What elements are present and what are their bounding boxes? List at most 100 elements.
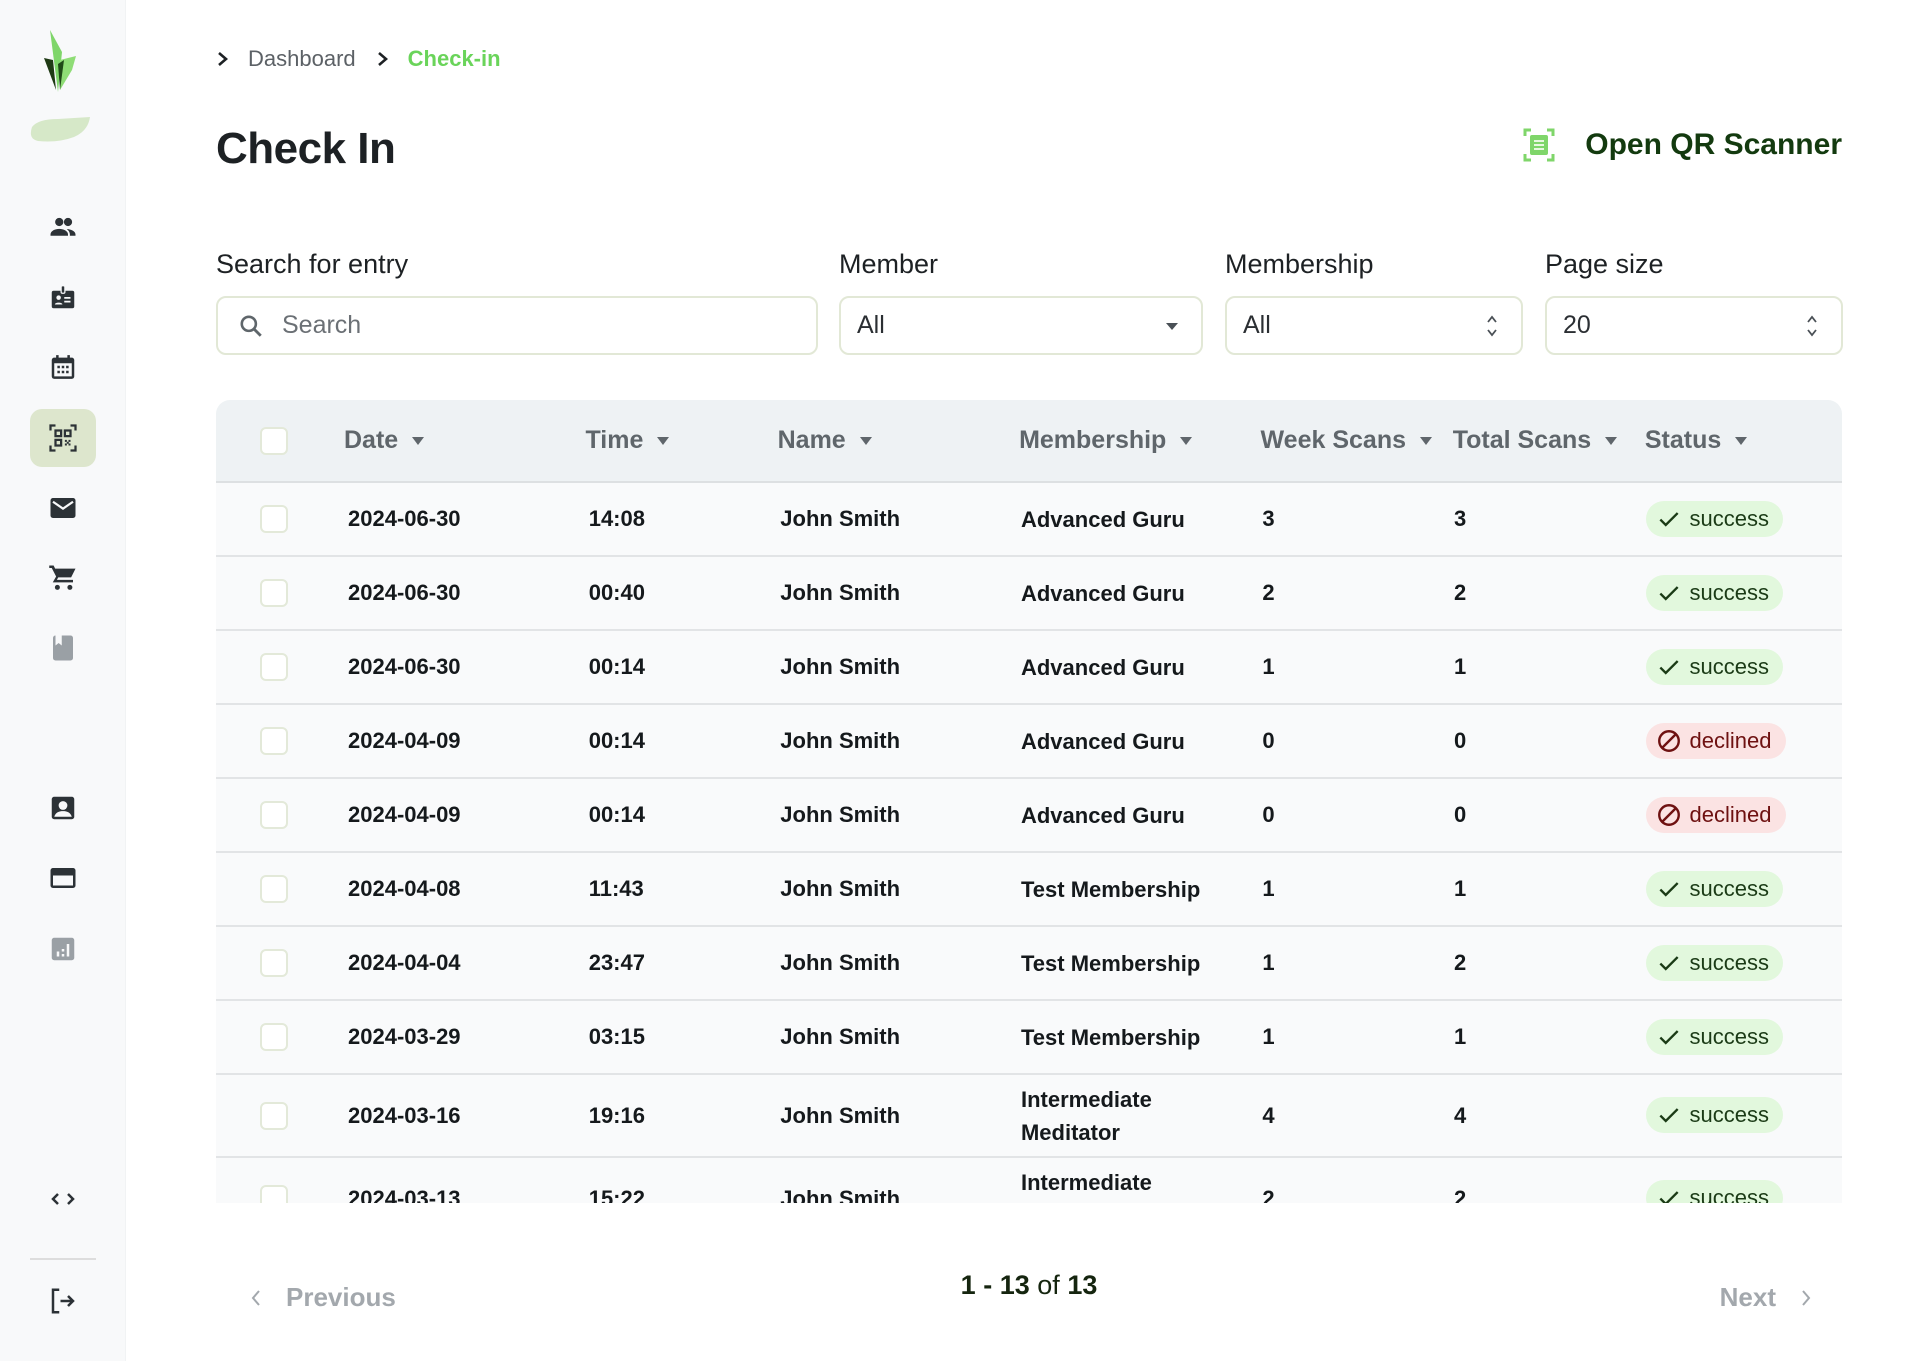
cell-membership: Advanced Guru xyxy=(1020,654,1185,680)
column-header-week-scans[interactable]: Week Scans xyxy=(1261,426,1453,455)
status-label: success xyxy=(1689,579,1770,605)
cell-membership: Advanced Guru xyxy=(1020,580,1185,606)
table-body: 2024-06-30 14:08 John Smith Advanced Guru 3 3… xyxy=(216,483,1842,1203)
cell-status: declined xyxy=(1645,722,1842,760)
people-icon xyxy=(50,217,76,236)
sort-caret-icon xyxy=(1420,436,1432,445)
cell-total-scans: 2 xyxy=(1453,1185,1467,1204)
cell-date: 2024-04-09 xyxy=(348,802,461,827)
status-label: success xyxy=(1689,1185,1770,1203)
cell-date: 2024-06-30 xyxy=(348,580,461,605)
check-icon xyxy=(1659,1029,1679,1045)
status-label: declined xyxy=(1689,727,1772,753)
row-checkbox[interactable] xyxy=(260,1184,288,1203)
sidebar-item-profile[interactable] xyxy=(30,779,96,837)
page-size-select[interactable]: 20 xyxy=(1545,296,1843,355)
pagination-info: 1 - 13 of 13 xyxy=(960,1270,1098,1300)
sidebar-item-developer[interactable] xyxy=(30,1170,96,1228)
cell-time: 03:15 xyxy=(588,1024,645,1049)
table-row[interactable]: 2024-06-30 14:08 John Smith Advanced Guru 3 3… xyxy=(216,483,1842,557)
table-row[interactable]: 2024-04-04 23:47 John Smith Test Membership… xyxy=(216,927,1842,1001)
cell-status: success xyxy=(1645,1018,1842,1056)
status-label: success xyxy=(1689,505,1770,531)
row-checkbox[interactable] xyxy=(260,1023,288,1051)
column-header-status[interactable]: Status xyxy=(1645,426,1842,455)
cell-week-scans: 1 xyxy=(1262,654,1275,679)
check-icon xyxy=(1659,511,1679,527)
next-page-button[interactable]: Next xyxy=(1720,1282,1812,1313)
table-row[interactable]: 2024-03-13 15:22 John Smith Intermediate Me… xyxy=(216,1158,1842,1203)
sidebar-item-memberships[interactable] xyxy=(30,268,96,326)
table-row[interactable]: 2024-04-08 11:43 John Smith Test Membership… xyxy=(216,853,1842,927)
caret-down-icon xyxy=(1166,322,1178,330)
member-select[interactable]: All xyxy=(839,296,1203,355)
sidebar-item-billing[interactable] xyxy=(30,849,96,907)
blocked-icon xyxy=(1657,729,1680,752)
table-row[interactable]: 2024-06-30 00:40 John Smith Advanced Guru 2 2… xyxy=(216,557,1842,631)
breadcrumb-dashboard[interactable]: Dashboard xyxy=(248,46,356,72)
column-header-name[interactable]: Name xyxy=(778,426,1019,455)
pagination: Previous 1 - 13 of 13 Next xyxy=(216,1270,1842,1320)
open-qr-scanner-button[interactable]: Open QR Scanner xyxy=(1523,128,1842,162)
table-row[interactable]: 2024-04-09 00:14 John Smith Advanced Guru 0 0… xyxy=(216,705,1842,779)
row-checkbox[interactable] xyxy=(260,579,288,607)
table-row[interactable]: 2024-04-09 00:14 John Smith Advanced Guru 0 0… xyxy=(216,779,1842,853)
leaf-logo[interactable] xyxy=(36,30,86,92)
sidebar-item-check-in[interactable] xyxy=(30,409,96,467)
status-badge: success xyxy=(1645,500,1784,537)
sidebar-item-book[interactable] xyxy=(30,619,96,677)
cell-date: 2024-06-30 xyxy=(348,506,461,531)
qr-scanner-icon xyxy=(1523,128,1555,162)
cell-week-scans: 1 xyxy=(1262,1024,1275,1049)
row-checkbox[interactable] xyxy=(260,875,288,903)
row-checkbox[interactable] xyxy=(260,1101,288,1130)
table-row[interactable]: 2024-03-16 19:16 John Smith Intermediate Me… xyxy=(216,1075,1842,1158)
status-badge: success xyxy=(1645,648,1784,685)
sidebar-item-members[interactable] xyxy=(30,198,96,256)
sidebar-item-analytics[interactable] xyxy=(30,920,96,978)
membership-label: Membership xyxy=(1225,249,1374,279)
cell-membership: Test Membership xyxy=(1020,1024,1201,1050)
sidebar-item-calendar[interactable] xyxy=(30,338,96,396)
cart-icon xyxy=(49,565,76,590)
calendar-icon xyxy=(51,355,75,379)
page-size-value: 20 xyxy=(1563,311,1591,339)
status-badge: success xyxy=(1645,574,1784,611)
status-label: success xyxy=(1689,1102,1770,1127)
membership-select[interactable]: All xyxy=(1225,296,1523,355)
cell-time: 00:14 xyxy=(588,802,645,827)
check-icon xyxy=(1659,881,1679,897)
cell-week-scans: 0 xyxy=(1262,802,1275,827)
row-checkbox[interactable] xyxy=(260,653,288,681)
row-checkbox[interactable] xyxy=(260,801,288,829)
cell-total-scans: 2 xyxy=(1453,580,1467,605)
check-icon xyxy=(1659,659,1679,675)
column-header-total-scans[interactable]: Total Scans xyxy=(1453,426,1645,455)
sidebar-item-mail[interactable] xyxy=(30,479,96,537)
status-label: success xyxy=(1689,949,1770,975)
table-row[interactable]: 2024-06-30 00:14 John Smith Advanced Guru 1 1… xyxy=(216,631,1842,705)
cell-status: declined xyxy=(1645,796,1842,834)
cell-total-scans: 3 xyxy=(1453,506,1467,531)
status-badge: success xyxy=(1645,1097,1784,1133)
qr-code-icon xyxy=(49,424,77,452)
search-input[interactable] xyxy=(282,311,816,340)
column-header-membership[interactable]: Membership xyxy=(1019,424,1260,457)
select-all-checkbox[interactable] xyxy=(260,426,288,455)
table-row[interactable]: 2024-03-29 03:15 John Smith Test Membership… xyxy=(216,1001,1842,1075)
sidebar-item-logout[interactable] xyxy=(30,1272,96,1330)
row-checkbox[interactable] xyxy=(260,727,288,755)
table-header: Date Time Name Membership Week Scans Tot… xyxy=(216,400,1842,483)
page-title: Check In xyxy=(216,124,396,173)
cell-name: John Smith xyxy=(780,728,901,753)
row-checkbox[interactable] xyxy=(260,505,288,533)
status-label: success xyxy=(1689,653,1770,679)
cell-total-scans: 0 xyxy=(1453,728,1467,753)
column-header-date[interactable]: Date xyxy=(344,426,585,455)
search-field[interactable] xyxy=(216,296,818,355)
cell-name: John Smith xyxy=(780,506,901,531)
row-checkbox[interactable] xyxy=(260,949,288,977)
cell-date: 2024-04-08 xyxy=(348,876,461,901)
column-header-time[interactable]: Time xyxy=(585,426,777,455)
sidebar-item-shop[interactable] xyxy=(30,549,96,607)
